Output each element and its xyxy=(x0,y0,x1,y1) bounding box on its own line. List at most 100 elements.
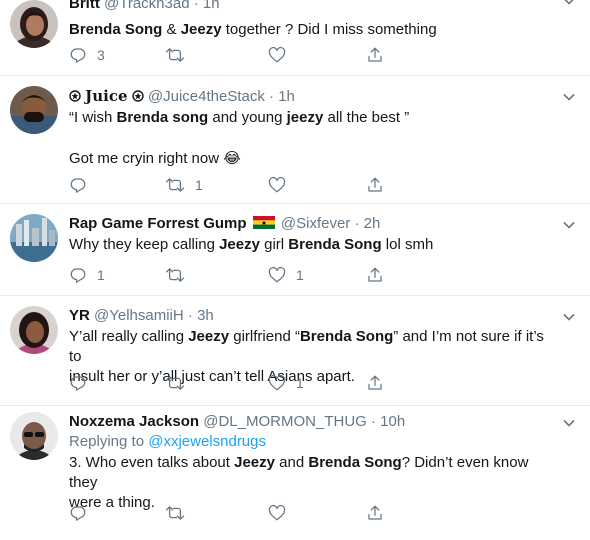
reply-icon xyxy=(70,376,86,391)
like-count: 1 xyxy=(296,267,304,283)
replying-to: Replying to @xxjewelsndrugs xyxy=(69,432,558,452)
mention-link[interactable]: @xxjewelsndrugs xyxy=(148,433,266,450)
reply-count: 1 xyxy=(97,267,105,283)
tweet[interactable]: Noxzema Jackson @DL_MORMON_THUG · 10h Re… xyxy=(0,406,590,540)
tweet-feed: Britt @Trackh3ad · 1h Brenda Song & Jeez… xyxy=(0,0,590,540)
badge-icon xyxy=(132,90,144,102)
share-icon xyxy=(368,177,382,192)
display-name[interactable]: YR xyxy=(69,307,90,324)
tweet-actions: 3 xyxy=(69,44,399,66)
timestamp[interactable]: 1h xyxy=(278,88,295,105)
tweet-text: Brenda Song & Jeezy together ? Did I mis… xyxy=(69,21,437,38)
like-button[interactable]: 1 xyxy=(268,264,304,286)
badge-icon xyxy=(69,90,81,102)
retweet-icon xyxy=(165,178,185,192)
share-button[interactable] xyxy=(366,502,384,524)
like-button[interactable] xyxy=(268,174,296,196)
handle[interactable]: @Juice4theStack xyxy=(148,88,265,105)
timestamp[interactable]: 1h xyxy=(203,0,220,12)
tweet[interactable]: Rap Game Forrest Gump @Sixfever · 2h Why… xyxy=(0,204,590,296)
share-button[interactable] xyxy=(366,264,384,286)
avatar[interactable] xyxy=(10,0,58,48)
heart-icon xyxy=(268,176,286,193)
reply-icon xyxy=(70,506,86,521)
display-name[interactable]: Britt xyxy=(69,0,100,12)
share-icon xyxy=(368,505,382,520)
avatar[interactable] xyxy=(10,412,58,460)
reply-button[interactable]: 3 xyxy=(69,44,105,66)
keyword-highlight: Brenda Song xyxy=(299,328,394,345)
tweet-header: Rap Game Forrest Gump @Sixfever · 2h xyxy=(69,214,558,234)
tweet-header: Britt @Trackh3ad · 1h xyxy=(69,0,558,14)
reply-button[interactable] xyxy=(69,174,97,196)
keyword-highlight: Brenda Song xyxy=(69,21,163,38)
handle[interactable]: @Trackh3ad xyxy=(104,0,190,12)
tweet-actions: 1 xyxy=(69,174,399,196)
display-name[interactable]: Rap Game Forrest Gump xyxy=(69,215,247,232)
share-icon xyxy=(368,375,382,390)
timestamp[interactable]: 3h xyxy=(197,307,214,324)
tweet-header: Juice @Juice4theStack · 1h xyxy=(69,86,558,107)
retweet-count: 1 xyxy=(195,177,203,193)
handle[interactable]: @Sixfever xyxy=(281,215,350,232)
tweet[interactable]: Britt @Trackh3ad · 1h Brenda Song & Jeez… xyxy=(0,0,590,76)
reply-button[interactable]: 1 xyxy=(69,264,105,286)
separator-dot: · xyxy=(354,215,360,232)
timestamp[interactable]: 10h xyxy=(380,413,405,430)
like-button[interactable]: 1 xyxy=(268,372,304,394)
chevron-down-icon[interactable] xyxy=(562,310,576,324)
display-name[interactable]: Juice xyxy=(85,87,127,105)
tweet-text: Why they keep calling Jeezy girl Brenda … xyxy=(69,236,434,253)
keyword-highlight: Jeezy xyxy=(234,454,275,471)
separator-dot: · xyxy=(269,88,275,105)
reply-button[interactable] xyxy=(69,372,97,394)
keyword-highlight: Brenda song xyxy=(116,109,209,126)
tweet-actions xyxy=(69,502,399,524)
reply-button[interactable] xyxy=(69,502,97,524)
avatar[interactable] xyxy=(10,214,58,262)
like-button[interactable] xyxy=(268,44,296,66)
tweet[interactable]: YR @YelhsamiiH · 3h Y’all really calling… xyxy=(0,296,590,406)
chevron-down-icon[interactable] xyxy=(562,416,576,430)
separator-dot: · xyxy=(371,413,376,430)
heart-icon xyxy=(268,374,286,391)
retweet-button[interactable] xyxy=(165,502,195,524)
tweet-header: YR @YelhsamiiH · 3h xyxy=(69,306,558,326)
handle[interactable]: @DL_MORMON_THUG xyxy=(203,413,367,430)
keyword-highlight: Brenda Song xyxy=(288,236,382,253)
keyword-highlight: Jeezy xyxy=(219,236,260,253)
chevron-down-icon[interactable] xyxy=(562,90,576,104)
timestamp[interactable]: 2h xyxy=(364,215,381,232)
avatar[interactable] xyxy=(10,86,58,134)
chevron-down-icon[interactable] xyxy=(562,0,576,8)
reply-count: 3 xyxy=(97,47,105,63)
tweet-text: “I wish Brenda song and young jeezy all … xyxy=(69,109,410,126)
heart-icon xyxy=(268,266,286,283)
retweet-icon xyxy=(165,268,185,282)
avatar[interactable] xyxy=(10,306,58,354)
keyword-highlight: Jeezy xyxy=(188,328,230,345)
handle[interactable]: @YelhsamiiH xyxy=(94,307,184,324)
share-button[interactable] xyxy=(366,44,384,66)
separator-dot: · xyxy=(187,307,193,324)
retweet-button[interactable] xyxy=(165,264,195,286)
share-button[interactable] xyxy=(366,174,384,196)
like-button[interactable] xyxy=(268,502,296,524)
share-icon xyxy=(368,47,382,62)
heart-icon xyxy=(268,504,286,521)
reply-icon xyxy=(70,178,86,193)
tweet-text-line: 3. Who even talks about Jeezy and Brenda… xyxy=(69,454,529,491)
tweet[interactable]: Juice @Juice4theStack · 1h “I wish Brend… xyxy=(0,76,590,204)
tweet-actions: 1 1 xyxy=(69,264,399,286)
retweet-button[interactable] xyxy=(165,372,195,394)
like-count: 1 xyxy=(296,375,304,391)
display-name[interactable]: Noxzema Jackson xyxy=(69,413,199,430)
replying-to-label: Replying to xyxy=(69,433,145,450)
retweet-button[interactable] xyxy=(165,44,195,66)
retweet-button[interactable]: 1 xyxy=(165,174,203,196)
retweet-icon xyxy=(165,48,185,62)
share-button[interactable] xyxy=(366,372,384,394)
chevron-down-icon[interactable] xyxy=(562,218,576,232)
heart-icon xyxy=(268,46,286,63)
retweet-icon xyxy=(165,506,185,520)
